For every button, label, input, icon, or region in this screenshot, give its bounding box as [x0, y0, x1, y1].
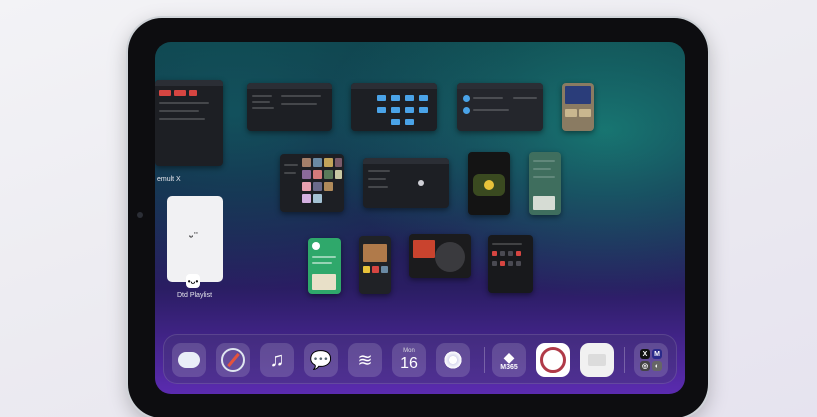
app-window-notes-green[interactable] — [529, 152, 561, 215]
microsoft-365-icon[interactable]: ◆ M365 — [492, 343, 526, 377]
app-window-vinyl-player[interactable] — [409, 234, 471, 278]
calendar-day-number: 16 — [400, 355, 418, 372]
circle-app-mini-icon: ◎ — [640, 361, 650, 371]
app-window-settings[interactable] — [247, 83, 332, 131]
half-circle-app-mini-icon: ◐ — [652, 361, 662, 371]
playlist-logo: ᵕ ̈ — [189, 232, 196, 243]
app-window-photos-grid[interactable] — [280, 154, 344, 212]
app-window-playlist[interactable]: ᵕ ̈ — [167, 196, 223, 282]
music-icon[interactable]: ♫ — [260, 343, 294, 377]
playlist-app-icon[interactable]: •ᴗ• — [186, 274, 200, 288]
app-window-game-poster[interactable] — [562, 83, 594, 131]
app-switcher-screen[interactable]: emult X ᵕ ̈ •ᴗ• Dtd Playlist ♫ 💬 ≋ Mon 1… — [155, 42, 685, 394]
photos-icon[interactable] — [436, 343, 470, 377]
app-label-emulator: emult X — [157, 176, 181, 183]
app-window-emulator[interactable] — [155, 80, 223, 166]
safari-icon[interactable] — [216, 343, 250, 377]
calendar-weekday: Mon — [403, 348, 415, 354]
dock: ♫ 💬 ≋ Mon 16 ◆ M365 X M ◎ ◐ — [163, 334, 677, 384]
ring-app-icon[interactable] — [536, 343, 570, 377]
wechat-icon[interactable]: 💬 — [304, 343, 338, 377]
utility-folder-icon[interactable]: X M ◎ ◐ — [634, 343, 668, 377]
app-window-green-card[interactable] — [308, 238, 341, 294]
m365-label: M365 — [500, 363, 518, 371]
front-camera — [137, 212, 143, 218]
calendar-icon[interactable]: Mon 16 — [392, 343, 426, 377]
app-window-control-panel[interactable] — [363, 158, 449, 208]
messages-icon[interactable] — [172, 343, 206, 377]
dock-separator — [484, 347, 485, 373]
app-window-chat[interactable] — [457, 83, 543, 131]
app-window-calendar-grid[interactable] — [488, 235, 533, 293]
app-window-files[interactable] — [351, 83, 437, 131]
app-window-music-catalog[interactable] — [359, 236, 391, 294]
app-label-playlist: Dtd Playlist — [177, 292, 213, 299]
wave-app-icon[interactable]: ≋ — [348, 343, 382, 377]
app-window-media-player[interactable] — [468, 152, 510, 215]
dock-separator — [624, 347, 625, 373]
x-app-mini-icon: X — [640, 349, 650, 359]
m-app-mini-icon: M — [652, 349, 662, 359]
notes-widget-icon[interactable] — [580, 343, 614, 377]
